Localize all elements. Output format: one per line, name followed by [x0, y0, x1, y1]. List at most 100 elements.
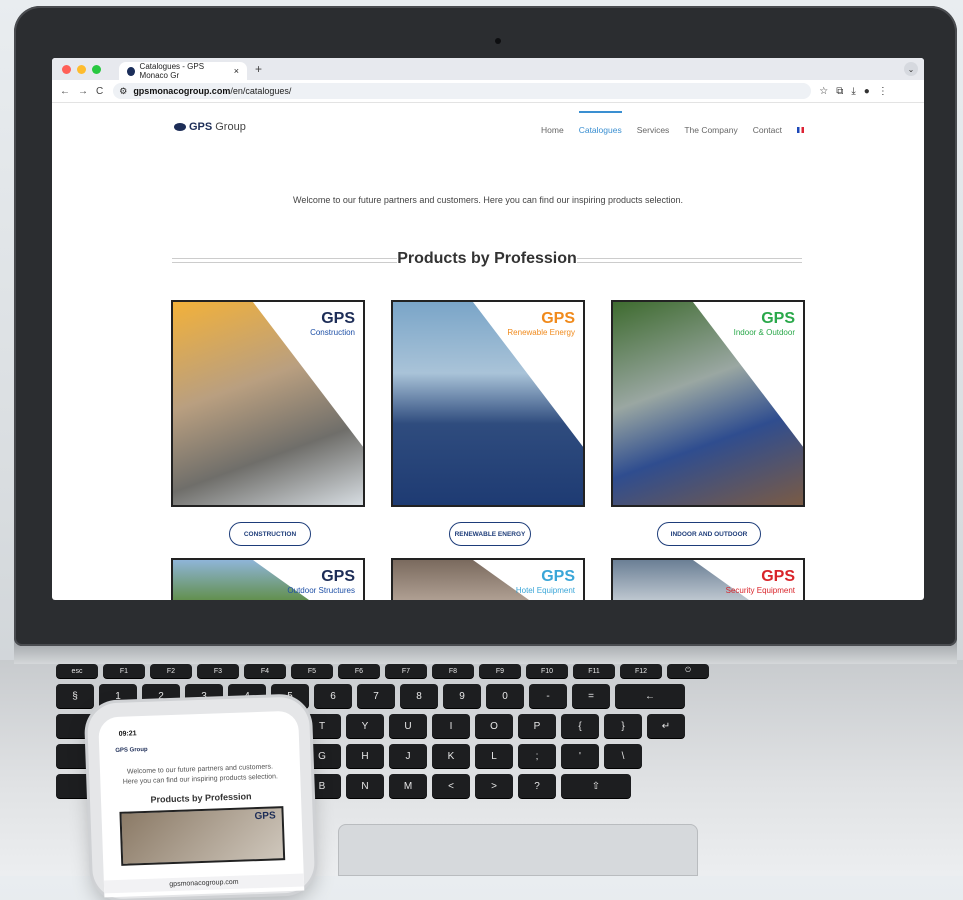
key: ←: [615, 684, 685, 708]
menu-icon[interactable]: ⋮: [878, 86, 888, 97]
key: K: [432, 744, 470, 768]
back-button[interactable]: ←: [60, 86, 70, 97]
badge-gps: GPS: [761, 568, 795, 585]
site-header: GPS Group Home Catalogues Services The C…: [52, 103, 924, 151]
key: ↵: [647, 714, 685, 738]
menu-item-services[interactable]: Services: [637, 125, 670, 135]
key: ?: [518, 774, 556, 798]
logo-group-text: Group: [215, 121, 246, 133]
close-tab-icon[interactable]: ×: [234, 66, 239, 76]
key: F5: [291, 664, 333, 678]
key: 8: [400, 684, 438, 708]
key: 9: [443, 684, 481, 708]
card-badge: GPS Security Equipment: [726, 568, 795, 595]
trackpad: [338, 824, 698, 876]
card-badge: GPS Hotel Equipment: [516, 568, 575, 595]
key: F1: [103, 664, 145, 678]
phone-screen: 09:21 GPS Group Welcome to our future pa…: [98, 710, 305, 898]
badge-gps: GPS: [321, 310, 355, 327]
indoor-outdoor-button[interactable]: INDOOR AND OUTDOOR: [657, 522, 761, 546]
key: esc: [56, 664, 98, 678]
renewable-energy-button[interactable]: RENEWABLE ENERGY: [449, 522, 531, 546]
key: F3: [197, 664, 239, 678]
favicon-icon: [127, 66, 135, 76]
menu-item-company[interactable]: The Company: [684, 125, 737, 135]
key: F9: [479, 664, 521, 678]
tab-title: Catalogues - GPS Monaco Gr: [139, 62, 205, 80]
card-badge: GPS Outdoor Structures: [287, 568, 355, 595]
key: F10: [526, 664, 568, 678]
key: <: [432, 774, 470, 798]
key: 7: [357, 684, 395, 708]
catalogue-card-outdoor-structures[interactable]: GPS Outdoor Structures: [171, 558, 365, 600]
eye-logo-icon: [174, 123, 186, 131]
key: ⇧: [561, 774, 631, 798]
key: H: [346, 744, 384, 768]
smartphone: 09:21 GPS Group Welcome to our future pa…: [86, 696, 316, 900]
key: F12: [620, 664, 662, 678]
site-info-icon[interactable]: ⚙: [119, 86, 127, 97]
key: P: [518, 714, 556, 738]
key: §: [56, 684, 94, 708]
close-window-button[interactable]: [62, 64, 71, 74]
extensions-icon[interactable]: ⧉: [836, 86, 843, 97]
badge-subtitle: Renewable Energy: [507, 328, 575, 337]
key: ': [561, 744, 599, 768]
key: F2: [150, 664, 192, 678]
card-badge: GPS Indoor & Outdoor: [734, 310, 795, 337]
new-tab-button[interactable]: +: [255, 62, 262, 76]
phone-logo: GPS Group: [115, 746, 148, 754]
key: N: [346, 774, 384, 798]
profile-icon[interactable]: ●: [864, 86, 870, 97]
badge-gps: GPS: [761, 310, 795, 327]
card-badge: GPS Construction: [310, 310, 355, 337]
badge-gps: GPS: [321, 568, 355, 585]
badge-subtitle: Indoor & Outdoor: [733, 328, 795, 337]
badge-gps: GPS: [541, 310, 575, 327]
phone-card-construction[interactable]: GPS: [119, 805, 286, 866]
catalogue-card-construction[interactable]: GPS Construction: [171, 300, 365, 507]
key: =: [572, 684, 610, 708]
key: F4: [244, 664, 286, 678]
key: 0: [486, 684, 524, 708]
browser-toolbar: ← → C ⚙ gpsmonacogroup.com/en/catalogues…: [52, 80, 924, 103]
phone-welcome: Welcome to our future partners and custo…: [122, 763, 279, 786]
french-flag-icon[interactable]: [797, 127, 804, 133]
site-logo[interactable]: GPS Group: [174, 121, 246, 133]
main-menu: Home Catalogues Services The Company Con…: [541, 111, 804, 135]
catalogue-card-hotel-equipment[interactable]: GPS Hotel Equipment: [391, 558, 585, 600]
menu-item-contact[interactable]: Contact: [753, 125, 782, 135]
browser-tab[interactable]: Catalogues - GPS Monaco Gr ×: [119, 62, 247, 80]
key: F7: [385, 664, 427, 678]
key: {: [561, 714, 599, 738]
address-bar[interactable]: ⚙ gpsmonacogroup.com/en/catalogues/: [113, 83, 812, 99]
url-host: gpsmonacogroup.com: [133, 86, 231, 96]
download-icon[interactable]: ⤓: [851, 86, 855, 97]
bookmark-star-icon[interactable]: ☆: [819, 86, 828, 97]
key: ⏻: [667, 664, 709, 678]
forward-button[interactable]: →: [78, 86, 88, 97]
construction-button[interactable]: CONSTRUCTION: [229, 522, 311, 546]
key: -: [529, 684, 567, 708]
window-controls: [62, 64, 101, 74]
tab-search-icon[interactable]: ⌄: [904, 62, 918, 76]
reload-button[interactable]: C: [96, 86, 103, 97]
phone-card-badge: GPS: [254, 810, 276, 822]
phone-url-bar[interactable]: gpsmonacogroup.com: [103, 873, 305, 894]
minimize-window-button[interactable]: [77, 64, 86, 74]
catalogue-card-security-equipment[interactable]: GPS Security Equipment: [611, 558, 805, 600]
key: L: [475, 744, 513, 768]
browser-window: Catalogues - GPS Monaco Gr × + ⌄ ← → C ⚙…: [52, 58, 924, 600]
catalogue-card-renewable[interactable]: GPS Renewable Energy: [391, 300, 585, 507]
menu-item-home[interactable]: Home: [541, 125, 564, 135]
key: U: [389, 714, 427, 738]
badge-subtitle: Outdoor Structures: [287, 586, 355, 595]
menu-item-catalogues[interactable]: Catalogues: [578, 111, 622, 135]
catalogue-card-indoor-outdoor[interactable]: GPS Indoor & Outdoor: [611, 300, 805, 507]
key: J: [389, 744, 427, 768]
key: F8: [432, 664, 474, 678]
maximize-window-button[interactable]: [92, 64, 101, 74]
phone-section-title: Products by Profession: [150, 790, 252, 805]
key: I: [432, 714, 470, 738]
badge-subtitle: Hotel Equipment: [515, 586, 575, 595]
